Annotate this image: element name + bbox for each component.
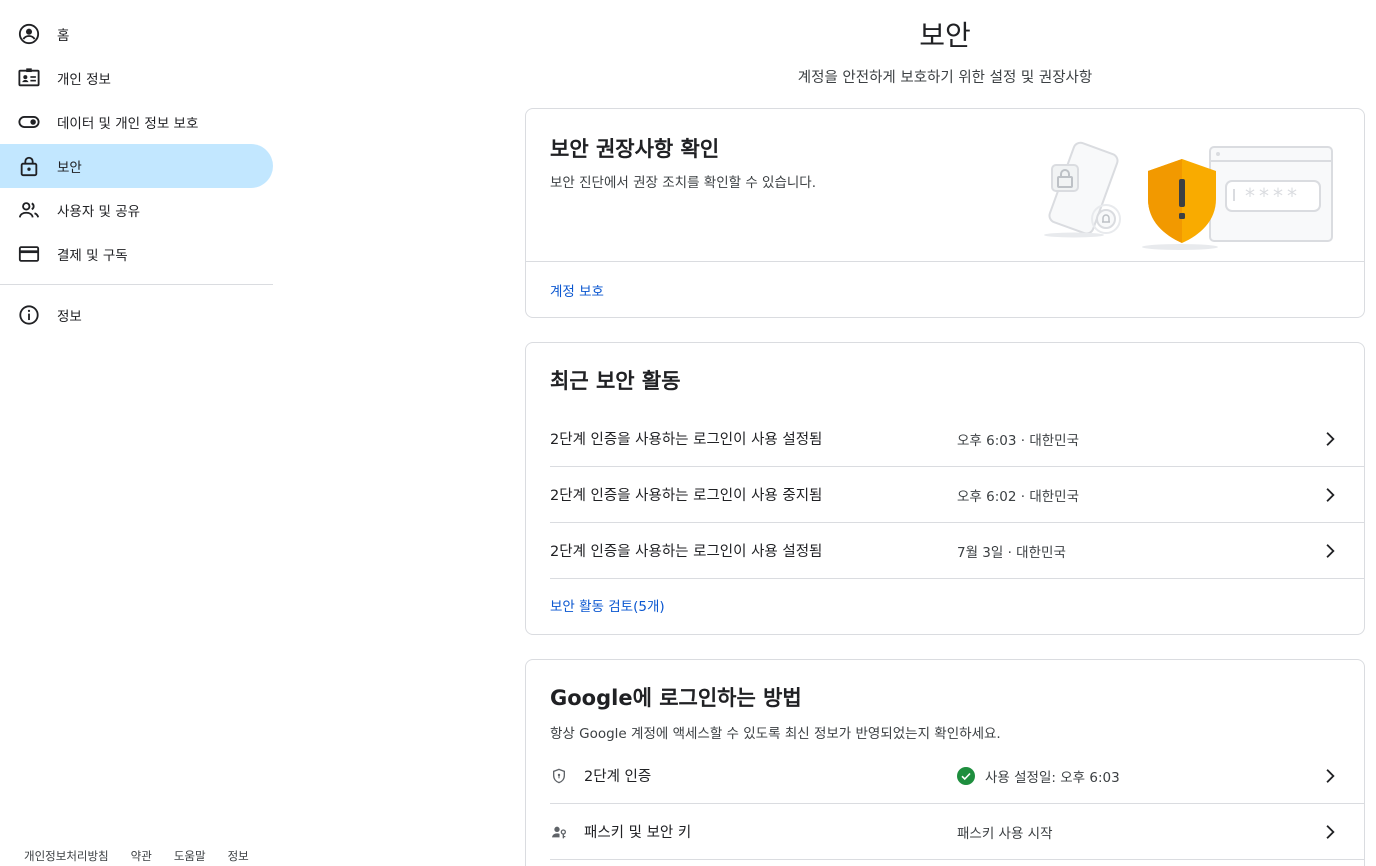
page-title: 보안 [919, 19, 971, 52]
activity-row[interactable]: 2단계 인증을 사용하는 로그인이 사용 설정됨 7월 3일 · 대한민국 [550, 523, 1364, 579]
chevron-right-icon [1320, 766, 1340, 786]
signin-row-2sv[interactable]: 2단계 인증 사용 설정일: 오후 6:03 [550, 748, 1364, 804]
card-description: 항상 Google 계정에 액세스할 수 있도록 최신 정보가 반영되었는지 확… [550, 726, 1001, 742]
footer-links: 개인정보처리방침 약관 도움말 정보 [24, 848, 271, 864]
chevron-right-icon [1320, 541, 1340, 561]
sidebar-divider [0, 284, 273, 285]
activity-row[interactable]: 2단계 인증을 사용하는 로그인이 사용 설정됨 오후 6:03 · 대한민국 [550, 411, 1364, 467]
footer-link-help[interactable]: 도움말 [174, 848, 206, 864]
activity-title: 2단계 인증을 사용하는 로그인이 사용 설정됨 [550, 432, 823, 448]
people-icon [18, 199, 40, 221]
sidebar-item-home[interactable]: 홈 [0, 12, 273, 56]
sidebar-item-label: 데이터 및 개인 정보 보호 [57, 116, 199, 132]
lock-icon [18, 155, 40, 177]
footer-link-terms[interactable]: 약관 [131, 848, 152, 864]
sidebar-item-personal-info[interactable]: 개인 정보 [0, 56, 273, 100]
recent-security-activity-card: 최근 보안 활동 2단계 인증을 사용하는 로그인이 사용 설정됨 오후 6:0… [525, 342, 1365, 635]
sidebar-nav: 홈 개인 정보 데이터 및 개인 정보 보호 보안 사용자 및 공유 결제 및 … [0, 12, 273, 337]
check-circle-icon [957, 766, 975, 785]
signin-row-passkeys[interactable]: 패스키 및 보안 키 패스키 사용 시작 [550, 804, 1364, 860]
sidebar-item-label: 보안 [57, 160, 82, 176]
signin-status-text: 사용 설정일: 오후 6:03 [985, 769, 1120, 786]
signin-methods-card: Google에 로그인하는 방법 항상 Google 계정에 액세스할 수 있도… [525, 659, 1365, 866]
footer-link-privacy[interactable]: 개인정보처리방침 [24, 848, 109, 864]
signin-title: 2단계 인증 [584, 769, 652, 785]
activity-meta: 7월 3일 · 대한민국 [957, 544, 1066, 561]
activity-title: 2단계 인증을 사용하는 로그인이 사용 중지됨 [550, 488, 823, 504]
card-title: Google에 로그인하는 방법 [550, 686, 802, 710]
card-footer: 보안 활동 검토(5개) [550, 595, 665, 615]
signin-status-text: 패스키 사용 시작 [957, 825, 1053, 842]
card-title: 최근 보안 활동 [550, 369, 681, 393]
activity-meta: 오후 6:03 · 대한민국 [957, 432, 1080, 449]
sidebar-item-label: 홈 [57, 28, 70, 44]
info-icon [18, 304, 40, 326]
sidebar-item-label: 정보 [57, 309, 82, 325]
sidebar-item-people-sharing[interactable]: 사용자 및 공유 [0, 188, 273, 232]
main-content: 보안 계정을 안전하게 보호하기 위한 설정 및 권장사항 보안 권장사항 확인… [525, 0, 1365, 866]
shield-icon [550, 767, 568, 785]
toggle-icon [18, 111, 40, 133]
id-card-icon [18, 67, 40, 89]
signin-list: 2단계 인증 사용 설정일: 오후 6:03 패스키 및 보안 키 패스키 사용… [550, 748, 1364, 860]
page-subtitle: 계정을 안전하게 보호하기 위한 설정 및 권장사항 [797, 70, 1093, 86]
signin-title: 패스키 및 보안 키 [584, 825, 692, 841]
activity-meta: 오후 6:02 · 대한민국 [957, 488, 1080, 505]
review-activity-link[interactable]: 보안 활동 검토(5개) [550, 599, 665, 615]
sidebar-item-data-privacy[interactable]: 데이터 및 개인 정보 보호 [0, 100, 273, 144]
chevron-right-icon [1320, 485, 1340, 505]
sidebar-item-about[interactable]: 정보 [0, 293, 273, 337]
card-footer: 계정 보호 [526, 261, 1364, 317]
security-shield-illustration: **** [1034, 139, 1344, 251]
person-key-icon [550, 823, 568, 841]
signin-status: 사용 설정일: 오후 6:03 [957, 766, 1120, 786]
activity-title: 2단계 인증을 사용하는 로그인이 사용 설정됨 [550, 544, 823, 560]
credit-card-icon [18, 243, 40, 265]
signin-status: 패스키 사용 시작 [957, 822, 1053, 842]
protect-account-link[interactable]: 계정 보호 [550, 284, 604, 300]
activity-list: 2단계 인증을 사용하는 로그인이 사용 설정됨 오후 6:03 · 대한민국 … [550, 411, 1364, 579]
card-description: 보안 진단에서 권장 조치를 확인할 수 있습니다. [550, 175, 817, 191]
chevron-right-icon [1320, 822, 1340, 842]
sidebar-item-label: 결제 및 구독 [57, 248, 128, 264]
chevron-right-icon [1320, 429, 1340, 449]
sidebar-item-label: 사용자 및 공유 [57, 204, 141, 220]
password-mask-text: **** [1245, 184, 1301, 208]
sidebar-item-payments[interactable]: 결제 및 구독 [0, 232, 273, 276]
card-title: 보안 권장사항 확인 [550, 137, 720, 161]
account-circle-icon [18, 23, 40, 45]
sidebar-item-security[interactable]: 보안 [0, 144, 273, 188]
security-recommendations-card: 보안 권장사항 확인 보안 진단에서 권장 조치를 확인할 수 있습니다. **… [525, 108, 1365, 318]
footer-link-about[interactable]: 정보 [228, 848, 249, 864]
activity-row[interactable]: 2단계 인증을 사용하는 로그인이 사용 중지됨 오후 6:02 · 대한민국 [550, 467, 1364, 523]
sidebar-item-label: 개인 정보 [57, 72, 111, 88]
